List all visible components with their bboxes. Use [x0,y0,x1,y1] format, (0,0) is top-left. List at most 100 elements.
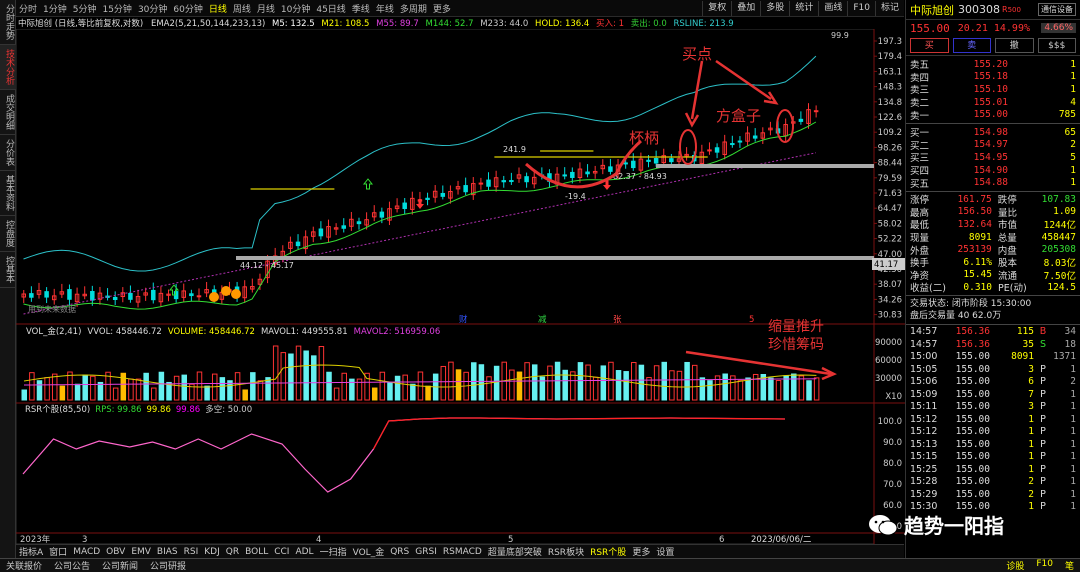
trade-button-2[interactable]: 撤 [995,38,1034,53]
candle[interactable] [486,179,491,187]
candle[interactable] [509,180,514,183]
event-marker[interactable]: 张 [613,315,622,325]
candle[interactable] [90,291,95,301]
candle[interactable] [737,140,743,143]
period-tab-12[interactable]: 年线 [373,2,397,15]
period-tab-6[interactable]: 日线 [206,2,230,15]
candle[interactable] [623,162,628,165]
candle[interactable] [524,176,529,183]
event-marker[interactable]: 减 [538,314,547,325]
kline-chart[interactable]: 197.3 179.4 163.1 148.3 134.8 122.6 109.2 98.26… [16,29,905,544]
tool-button-0[interactable]: 复权 [702,1,731,16]
candle[interactable] [562,174,567,177]
trade-button-0[interactable]: 买 [910,38,949,53]
book-row[interactable]: 卖五 155.20 1 [910,58,1076,72]
book-row[interactable]: 卖四 155.18 1 [910,71,1076,84]
candle[interactable] [570,171,575,178]
candle[interactable] [295,241,301,247]
period-tab-0[interactable]: 分时 [16,2,40,15]
candle[interactable] [379,211,385,218]
left-tab-2[interactable]: 成交明细 [0,90,16,135]
candle[interactable] [798,118,804,122]
candle[interactable] [318,228,324,237]
indicator-tab-3[interactable]: OBV [103,547,128,557]
period-tab-10[interactable]: 45日线 [313,2,348,15]
indicator-tab-19[interactable]: RSR个股 [587,545,629,558]
candle[interactable] [356,221,362,225]
candle[interactable] [730,143,735,146]
candle[interactable] [341,225,346,229]
ema-label[interactable]: EMA2(5,21,50,144,233,13) [151,19,265,29]
candle[interactable] [189,293,194,297]
indicator-tab-2[interactable]: MACD [70,547,103,557]
candle[interactable] [608,166,613,172]
candle[interactable] [196,295,202,298]
candle[interactable] [813,110,819,113]
indicator-tab-0[interactable]: 指标A [16,545,46,558]
indicator-tab-8[interactable]: QR [223,547,242,557]
period-tab-2[interactable]: 5分钟 [70,2,100,15]
candle[interactable] [402,202,407,209]
indicator-tab-7[interactable]: KDJ [201,547,223,557]
left-tab-0[interactable]: 分时走势 [0,0,16,45]
status-link-3[interactable]: 公司研报 [144,559,192,572]
industry-button[interactable]: 通信设备 [1038,3,1076,16]
indicator-tab-15[interactable]: GRSI [412,547,440,557]
status-right-0[interactable]: 诊股 [1000,559,1030,572]
event-marker[interactable]: 财 [459,314,468,325]
indicator-tab-12[interactable]: 一扫指 [317,545,350,558]
indicator-tab-21[interactable]: 设置 [653,545,677,558]
indicator-tab-4[interactable]: EMV [128,547,154,557]
tool-button-4[interactable]: 画线 [818,1,847,16]
period-tab-1[interactable]: 1分钟 [40,2,70,15]
trade-button-1[interactable]: 卖 [952,38,991,53]
indicator-tab-17[interactable]: 超量底部突破 [485,545,545,558]
event-marker[interactable]: 5 [749,315,754,325]
trade-button-3[interactable]: $$$ [1037,38,1076,53]
candle[interactable] [631,160,636,169]
book-row[interactable]: 卖三 155.10 1 [910,83,1076,97]
book-row[interactable]: 买五 154.88 1 [910,176,1076,190]
left-tab-3[interactable]: 分价表 [0,135,16,171]
tool-button-2[interactable]: 多股 [760,1,789,16]
candle[interactable] [440,192,446,197]
left-tab-6[interactable]: 控基本 [0,252,16,288]
book-row[interactable]: 卖一 155.00 785 [910,108,1076,122]
indicator-tab-13[interactable]: VOL_金 [350,545,388,558]
left-tab-4[interactable]: 基本资料 [0,171,16,216]
period-tab-14[interactable]: 更多 [430,2,454,15]
book-row[interactable]: 买三 154.95 5 [910,151,1076,165]
candle[interactable] [151,289,156,301]
indicator-tab-14[interactable]: QRS [387,547,412,557]
indicator-tab-6[interactable]: RSI [181,547,202,557]
period-tab-3[interactable]: 15分钟 [99,2,134,15]
period-tab-13[interactable]: 多周期 [397,2,430,15]
period-tab-5[interactable]: 60分钟 [170,2,205,15]
status-link-0[interactable]: 关联报价 [0,559,48,572]
status-link-2[interactable]: 公司新闻 [96,559,144,572]
book-row[interactable]: 买四 154.90 1 [910,164,1076,178]
indicator-tab-18[interactable]: RSR板块 [545,545,587,558]
candle[interactable] [29,293,34,298]
candle[interactable] [128,292,133,300]
candle[interactable] [714,147,720,153]
tool-button-1[interactable]: 叠加 [731,1,760,16]
status-link-1[interactable]: 公司公告 [48,559,96,572]
candle[interactable] [425,197,430,200]
left-tab-1[interactable]: 技术分析 [0,45,16,90]
status-right-2[interactable]: 笔 [1059,559,1080,572]
candle[interactable] [707,149,712,152]
candle[interactable] [112,296,118,300]
period-tab-11[interactable]: 季线 [349,2,373,15]
candle[interactable] [585,171,590,175]
candle[interactable] [653,158,659,164]
tool-button-6[interactable]: 标记 [874,1,904,16]
candle[interactable] [478,182,484,185]
period-tab-9[interactable]: 10分钟 [278,2,313,15]
indicator-tab-16[interactable]: RSMACD [440,547,485,557]
candle[interactable] [67,289,72,300]
status-right-1[interactable]: F10 [1030,559,1059,572]
tool-button-3[interactable]: 统计 [789,1,818,16]
indicator-tab-1[interactable]: 窗口 [46,545,70,558]
indicator-tab-9[interactable]: BOLL [242,547,271,557]
